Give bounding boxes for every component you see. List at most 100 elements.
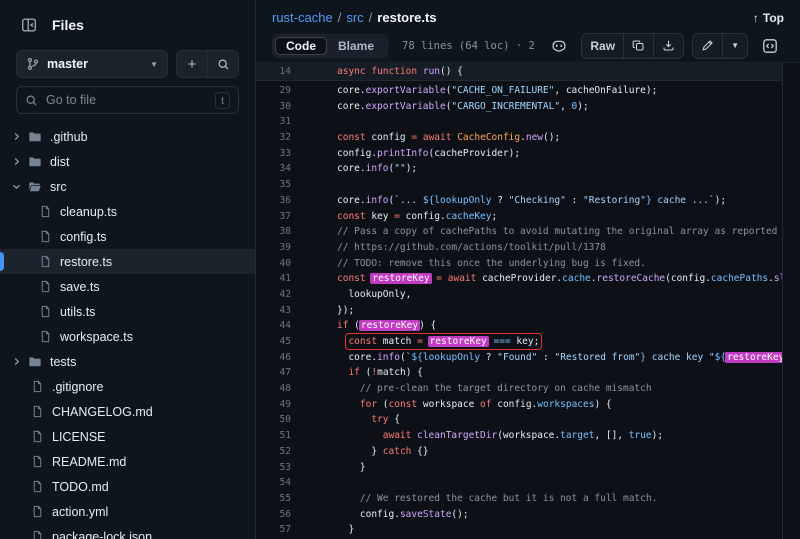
download-icon bbox=[662, 39, 675, 52]
line-number[interactable]: 55 bbox=[256, 491, 291, 507]
code-line-content: const match = restoreKey === key; bbox=[337, 334, 539, 350]
edit-dropdown-button[interactable]: ▼ bbox=[723, 34, 747, 58]
search-match-highlight: restoreKey bbox=[428, 336, 489, 347]
chevron-right-icon[interactable] bbox=[8, 131, 24, 142]
symbols-panel-button[interactable] bbox=[756, 33, 784, 59]
line-number[interactable]: 43 bbox=[256, 303, 291, 319]
breadcrumb-repo-link[interactable]: rust-cache bbox=[272, 10, 333, 25]
code-line-content: }); bbox=[337, 303, 354, 319]
sidebar-item--github[interactable]: .github bbox=[0, 124, 255, 149]
edit-button[interactable] bbox=[693, 34, 722, 58]
line-number[interactable]: 34 bbox=[256, 161, 291, 177]
sidebar-item-utils-ts[interactable]: utils.ts bbox=[0, 299, 255, 324]
sidebar-item-license[interactable]: LICENSE bbox=[0, 424, 255, 449]
code-line-content: } bbox=[337, 522, 354, 538]
tree-item-label: TODO.md bbox=[52, 480, 109, 494]
line-number[interactable]: 39 bbox=[256, 240, 291, 256]
tab-code[interactable]: Code bbox=[275, 37, 327, 55]
code-line-content: core.info(`... ${lookupOnly ? "Checking"… bbox=[337, 193, 726, 209]
branch-selector-button[interactable]: master ▼ bbox=[16, 50, 168, 78]
line-number[interactable]: 50 bbox=[256, 412, 291, 428]
line-number[interactable]: 35 bbox=[256, 177, 291, 193]
go-to-file-input[interactable]: Go to file t bbox=[16, 86, 239, 114]
sidebar-item-cleanup-ts[interactable]: cleanup.ts bbox=[0, 199, 255, 224]
breadcrumb: rust-cache / src / restore.ts ↑ Top bbox=[256, 0, 800, 27]
chevron-right-icon[interactable] bbox=[8, 356, 24, 367]
tree-item-label: CHANGELOG.md bbox=[52, 405, 153, 419]
go-to-file-placeholder: Go to file bbox=[46, 93, 207, 107]
sidebar-item-workspace-ts[interactable]: workspace.ts bbox=[0, 324, 255, 349]
sidebar-item-readme-md[interactable]: README.md bbox=[0, 449, 255, 474]
plus-icon: + bbox=[188, 56, 197, 73]
file-icon bbox=[26, 380, 48, 393]
line-number[interactable]: 14 bbox=[256, 63, 291, 80]
code-line: 34 core.info(""); bbox=[256, 161, 782, 177]
add-file-button[interactable]: + bbox=[177, 51, 207, 77]
line-number[interactable]: 47 bbox=[256, 365, 291, 381]
line-number[interactable]: 44 bbox=[256, 318, 291, 334]
line-number[interactable]: 38 bbox=[256, 224, 291, 240]
file-icon bbox=[26, 430, 48, 443]
line-number[interactable]: 33 bbox=[256, 146, 291, 162]
line-number[interactable]: 53 bbox=[256, 460, 291, 476]
breadcrumb-dir-link[interactable]: src bbox=[346, 10, 363, 25]
chevron-right-icon[interactable] bbox=[8, 156, 24, 167]
line-number[interactable]: 51 bbox=[256, 428, 291, 444]
breadcrumb-current-file: restore.ts bbox=[377, 10, 436, 25]
line-number[interactable]: 57 bbox=[256, 522, 291, 538]
line-number[interactable]: 48 bbox=[256, 381, 291, 397]
tree-item-label: workspace.ts bbox=[60, 330, 133, 344]
code-line-content: core.info(""); bbox=[337, 161, 417, 177]
sidebar-item-src[interactable]: src bbox=[0, 174, 255, 199]
code-line: 54 bbox=[256, 475, 782, 491]
search-tree-button[interactable] bbox=[208, 51, 238, 77]
line-number[interactable]: 52 bbox=[256, 444, 291, 460]
sidebar-panel-icon bbox=[21, 17, 37, 33]
sidebar-item-action-yml[interactable]: action.yml bbox=[0, 499, 255, 524]
copy-button[interactable] bbox=[624, 34, 653, 58]
back-to-top-link[interactable]: ↑ Top bbox=[753, 11, 784, 25]
folder-open-icon bbox=[24, 180, 46, 194]
collapse-sidebar-button[interactable] bbox=[16, 12, 42, 38]
code-line: 48 // pre-clean the target directory on … bbox=[256, 381, 782, 397]
sidebar-item-todo-md[interactable]: TODO.md bbox=[0, 474, 255, 499]
code-line: 44if (restoreKey) { bbox=[256, 318, 782, 334]
sidebar-item-changelog-md[interactable]: CHANGELOG.md bbox=[0, 399, 255, 424]
line-number[interactable]: 29 bbox=[256, 83, 291, 99]
line-number[interactable]: 49 bbox=[256, 397, 291, 413]
sidebar-item-restore-ts[interactable]: restore.ts bbox=[0, 249, 255, 274]
tree-item-label: dist bbox=[50, 155, 69, 169]
line-number[interactable]: 54 bbox=[256, 475, 291, 491]
copilot-button[interactable] bbox=[545, 33, 573, 59]
tab-blame[interactable]: Blame bbox=[327, 37, 385, 55]
download-button[interactable] bbox=[654, 34, 683, 58]
sidebar-item-package-lock-json[interactable]: package-lock.json bbox=[0, 524, 255, 539]
sidebar-item-save-ts[interactable]: save.ts bbox=[0, 274, 255, 299]
line-number[interactable]: 31 bbox=[256, 114, 291, 130]
tree-item-label: config.ts bbox=[60, 230, 107, 244]
sidebar-item--gitignore[interactable]: .gitignore bbox=[0, 374, 255, 399]
line-number[interactable]: 37 bbox=[256, 209, 291, 225]
raw-button[interactable]: Raw bbox=[582, 34, 623, 58]
code-lines: 29core.exportVariable("CACHE_ON_FAILURE"… bbox=[256, 81, 782, 538]
line-number[interactable]: 42 bbox=[256, 287, 291, 303]
sidebar-item-tests[interactable]: tests bbox=[0, 349, 255, 374]
code-line: 39// https://github.com/actions/toolkit/… bbox=[256, 240, 782, 256]
line-number[interactable]: 40 bbox=[256, 256, 291, 272]
chevron-down-icon[interactable] bbox=[8, 181, 24, 192]
line-number[interactable]: 46 bbox=[256, 350, 291, 366]
file-icon bbox=[34, 330, 56, 343]
sidebar-item-config-ts[interactable]: config.ts bbox=[0, 224, 255, 249]
line-number[interactable]: 45 bbox=[256, 334, 291, 350]
tree-item-label: .gitignore bbox=[52, 380, 103, 394]
line-number[interactable]: 56 bbox=[256, 507, 291, 523]
code-line-content: if (!match) { bbox=[337, 365, 423, 381]
code-line-content: // TODO: remove this once the underlying… bbox=[337, 256, 646, 272]
line-number[interactable]: 41 bbox=[256, 271, 291, 287]
code-line-content: core.info(`${lookupOnly ? "Found" : "Res… bbox=[337, 350, 783, 366]
line-number[interactable]: 36 bbox=[256, 193, 291, 209]
line-number[interactable]: 30 bbox=[256, 99, 291, 115]
line-number[interactable]: 32 bbox=[256, 130, 291, 146]
branch-row: master ▼ + bbox=[0, 50, 255, 78]
sidebar-item-dist[interactable]: dist bbox=[0, 149, 255, 174]
